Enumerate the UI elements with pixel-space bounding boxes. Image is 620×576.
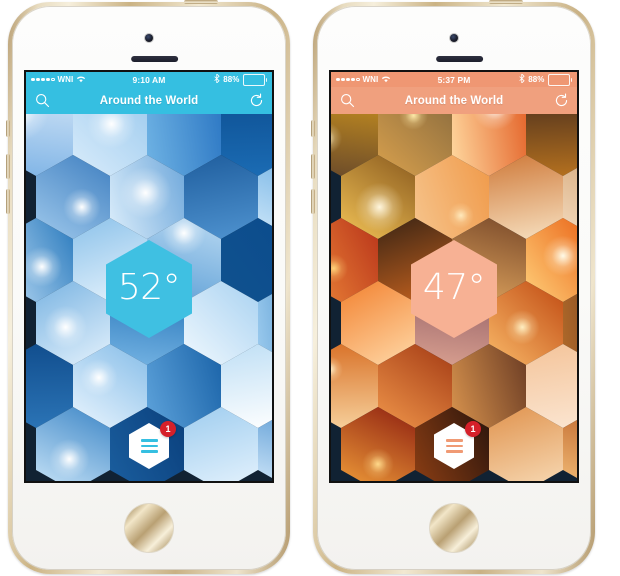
status-bar-right: 88% <box>519 73 572 86</box>
volume-down-button[interactable] <box>6 189 10 214</box>
refresh-icon[interactable] <box>550 90 572 112</box>
temperature-value: 47° <box>422 267 486 308</box>
temperature-value: 52° <box>117 267 181 308</box>
search-icon[interactable] <box>336 90 358 112</box>
mute-switch[interactable] <box>311 120 315 137</box>
home-button[interactable] <box>430 504 478 552</box>
volume-down-button[interactable] <box>311 189 315 214</box>
device-front-face: WNI 9:10 AM 88% Around the World 52° 1 <box>12 6 286 570</box>
bluetooth-icon <box>214 73 220 85</box>
screenshot-stage: WNI 9:10 AM 88% Around the World 52° 1 W… <box>0 0 620 576</box>
refresh-icon[interactable] <box>245 90 267 112</box>
hexagon-photo-grid[interactable]: 52° 1 <box>26 114 272 481</box>
phone-screen-left[interactable]: WNI 9:10 AM 88% Around the World 52° 1 <box>26 72 272 481</box>
battery-icon <box>242 73 267 86</box>
power-button[interactable] <box>489 0 523 4</box>
phone-screen-right[interactable]: WNI 5:37 PM 88% Around the World 47° 1 <box>331 72 577 481</box>
navigation-bar: Around the World <box>331 87 577 114</box>
hexagon-photo-grid[interactable]: 47° 1 <box>331 114 577 481</box>
menu-button[interactable]: 1 <box>434 421 481 469</box>
status-bar: WNI 5:37 PM 88% <box>331 72 577 87</box>
iphone-device-right: WNI 5:37 PM 88% Around the World 47° 1 <box>311 0 595 574</box>
iphone-device-left: WNI 9:10 AM 88% Around the World 52° 1 <box>6 0 290 574</box>
front-camera-icon <box>145 34 153 42</box>
volume-up-button[interactable] <box>311 154 315 179</box>
home-button[interactable] <box>125 504 173 552</box>
page-title: Around the World <box>99 94 199 107</box>
search-icon[interactable] <box>31 90 53 112</box>
navigation-bar: Around the World <box>26 87 272 114</box>
status-bar-right: 88% <box>214 73 267 86</box>
battery-icon <box>547 73 572 86</box>
notification-badge: 1 <box>160 421 176 437</box>
page-title: Around the World <box>404 94 504 107</box>
menu-button[interactable]: 1 <box>129 421 176 469</box>
earpiece-speaker <box>436 56 484 62</box>
power-button[interactable] <box>184 0 218 4</box>
device-front-face: WNI 5:37 PM 88% Around the World 47° 1 <box>317 6 591 570</box>
battery-percent-label: 88% <box>528 75 545 84</box>
status-bar: WNI 9:10 AM 88% <box>26 72 272 87</box>
bluetooth-icon <box>519 73 525 85</box>
battery-percent-label: 88% <box>223 75 240 84</box>
volume-up-button[interactable] <box>6 154 10 179</box>
mute-switch[interactable] <box>6 120 10 137</box>
earpiece-speaker <box>131 56 179 62</box>
notification-badge: 1 <box>465 421 481 437</box>
front-camera-icon <box>450 34 458 42</box>
